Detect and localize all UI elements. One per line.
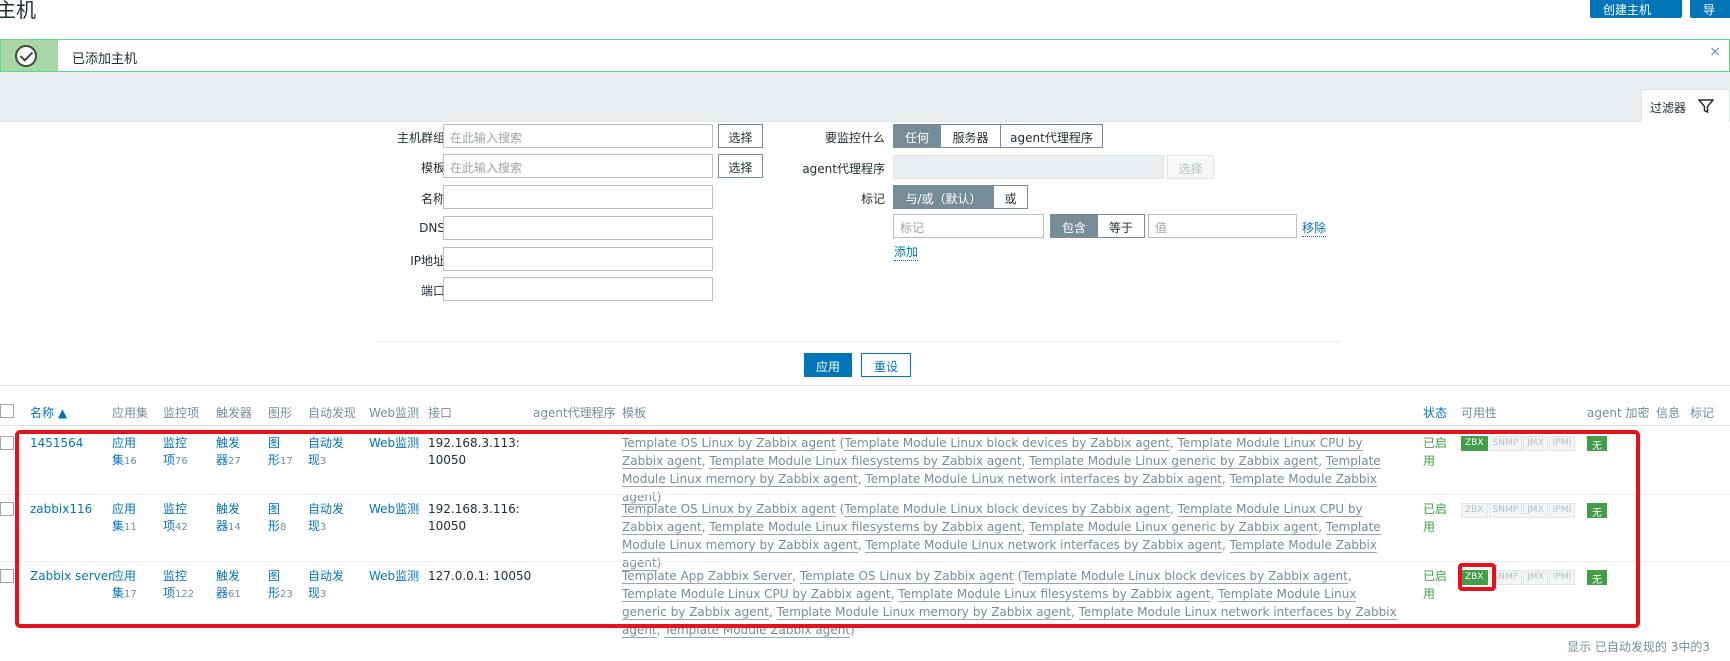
col-applications: 应用集 — [112, 406, 149, 420]
footer-summary: 显示 已自动发现的 3中的3 — [1567, 640, 1710, 654]
success-alert: 已添加主机 × — [0, 39, 1730, 72]
alert-icon-box — [1, 40, 58, 71]
monitored-by-label: 要监控什么 — [824, 131, 885, 145]
create-host-button[interactable]: 创建主机 — [1590, 0, 1682, 18]
name-input[interactable] — [443, 185, 713, 209]
tag-operator-equals[interactable]: 等于 — [1097, 214, 1145, 238]
col-graphs: 图形 — [268, 406, 293, 420]
col-availability: 可用性 — [1461, 406, 1498, 420]
filter-tab[interactable]: 过滤器 — [1641, 89, 1730, 123]
col-encryption: agent 加密 — [1587, 406, 1650, 420]
funnel-icon — [1698, 99, 1714, 114]
highlight-box-zbx — [1458, 563, 1496, 591]
port-label: 端口 — [420, 284, 445, 298]
filter-strip: 过滤器 — [0, 72, 1730, 123]
col-discovery: 自动发现 — [308, 406, 357, 420]
col-web: Web监测 — [369, 406, 420, 420]
check-circle-icon — [15, 45, 37, 67]
col-items: 监控项 — [163, 406, 200, 420]
select-all-checkbox[interactable] — [0, 404, 14, 418]
col-proxy: agent代理程序 — [533, 406, 616, 420]
ip-label: IP地址 — [410, 254, 445, 268]
templates-select-button[interactable]: 选择 — [718, 154, 763, 178]
monitored-by-proxy[interactable]: agent代理程序 — [1000, 124, 1103, 148]
col-triggers: 触发器 — [216, 406, 253, 420]
tag-name-input[interactable]: 标记 — [893, 214, 1044, 238]
col-info: 信息 — [1656, 406, 1681, 420]
tag-operator-contains[interactable]: 包含 — [1050, 214, 1098, 238]
row-checkbox[interactable] — [0, 502, 14, 516]
col-name[interactable]: 名称 ▲ — [30, 404, 67, 421]
tag-value-input[interactable]: 值 — [1148, 214, 1297, 238]
reset-button[interactable]: 重设 — [861, 353, 911, 377]
monitored-by-any[interactable]: 任何 — [893, 124, 941, 148]
page-title: 主机 — [0, 0, 36, 22]
row-checkbox[interactable] — [0, 569, 14, 583]
name-label: 名称 — [420, 192, 445, 206]
monitored-by-server[interactable]: 服务器 — [940, 124, 1001, 148]
import-button[interactable]: 导入 — [1690, 0, 1730, 34]
close-icon[interactable]: × — [1709, 44, 1721, 60]
col-templates: 模板 — [622, 406, 647, 420]
remove-tag-link[interactable]: 移除 — [1302, 219, 1327, 237]
alert-message: 已添加主机 — [72, 52, 138, 67]
apply-button[interactable]: 应用 — [804, 353, 852, 377]
filter-tab-label: 过滤器 — [1650, 101, 1687, 115]
filter-panel: 主机群组 在此输入搜索 选择 模板 在此输入搜索 选择 名称 DNS IP地址 … — [0, 122, 1730, 386]
tags-mode-and-or[interactable]: 与/或（默认） — [893, 185, 994, 209]
dns-input[interactable] — [443, 216, 713, 240]
proxy-select-button[interactable]: 选择 — [1167, 155, 1214, 179]
dns-label: DNS — [419, 221, 445, 235]
highlight-box-rows — [15, 430, 1640, 628]
col-status[interactable]: 状态 — [1423, 404, 1447, 421]
add-tag-link[interactable]: 添加 — [894, 243, 919, 261]
host-groups-label: 主机群组 — [396, 131, 445, 145]
tags-label: 标记 — [860, 192, 885, 206]
templates-label: 模板 — [420, 161, 445, 175]
port-input[interactable] — [443, 277, 713, 301]
table-header-divider — [0, 425, 1730, 426]
tags-mode-or[interactable]: 或 — [993, 185, 1028, 209]
filter-divider — [375, 341, 1340, 342]
host-groups-input[interactable]: 在此输入搜索 — [443, 124, 713, 148]
proxy-input[interactable] — [893, 155, 1164, 179]
host-groups-select-button[interactable]: 选择 — [718, 124, 763, 148]
proxy-label: agent代理程序 — [802, 162, 885, 176]
col-tags: 标记 — [1690, 406, 1715, 420]
ip-input[interactable] — [443, 247, 713, 271]
row-checkbox[interactable] — [0, 436, 14, 450]
col-interface: 接口 — [428, 406, 453, 420]
templates-input[interactable]: 在此输入搜索 — [443, 154, 713, 178]
